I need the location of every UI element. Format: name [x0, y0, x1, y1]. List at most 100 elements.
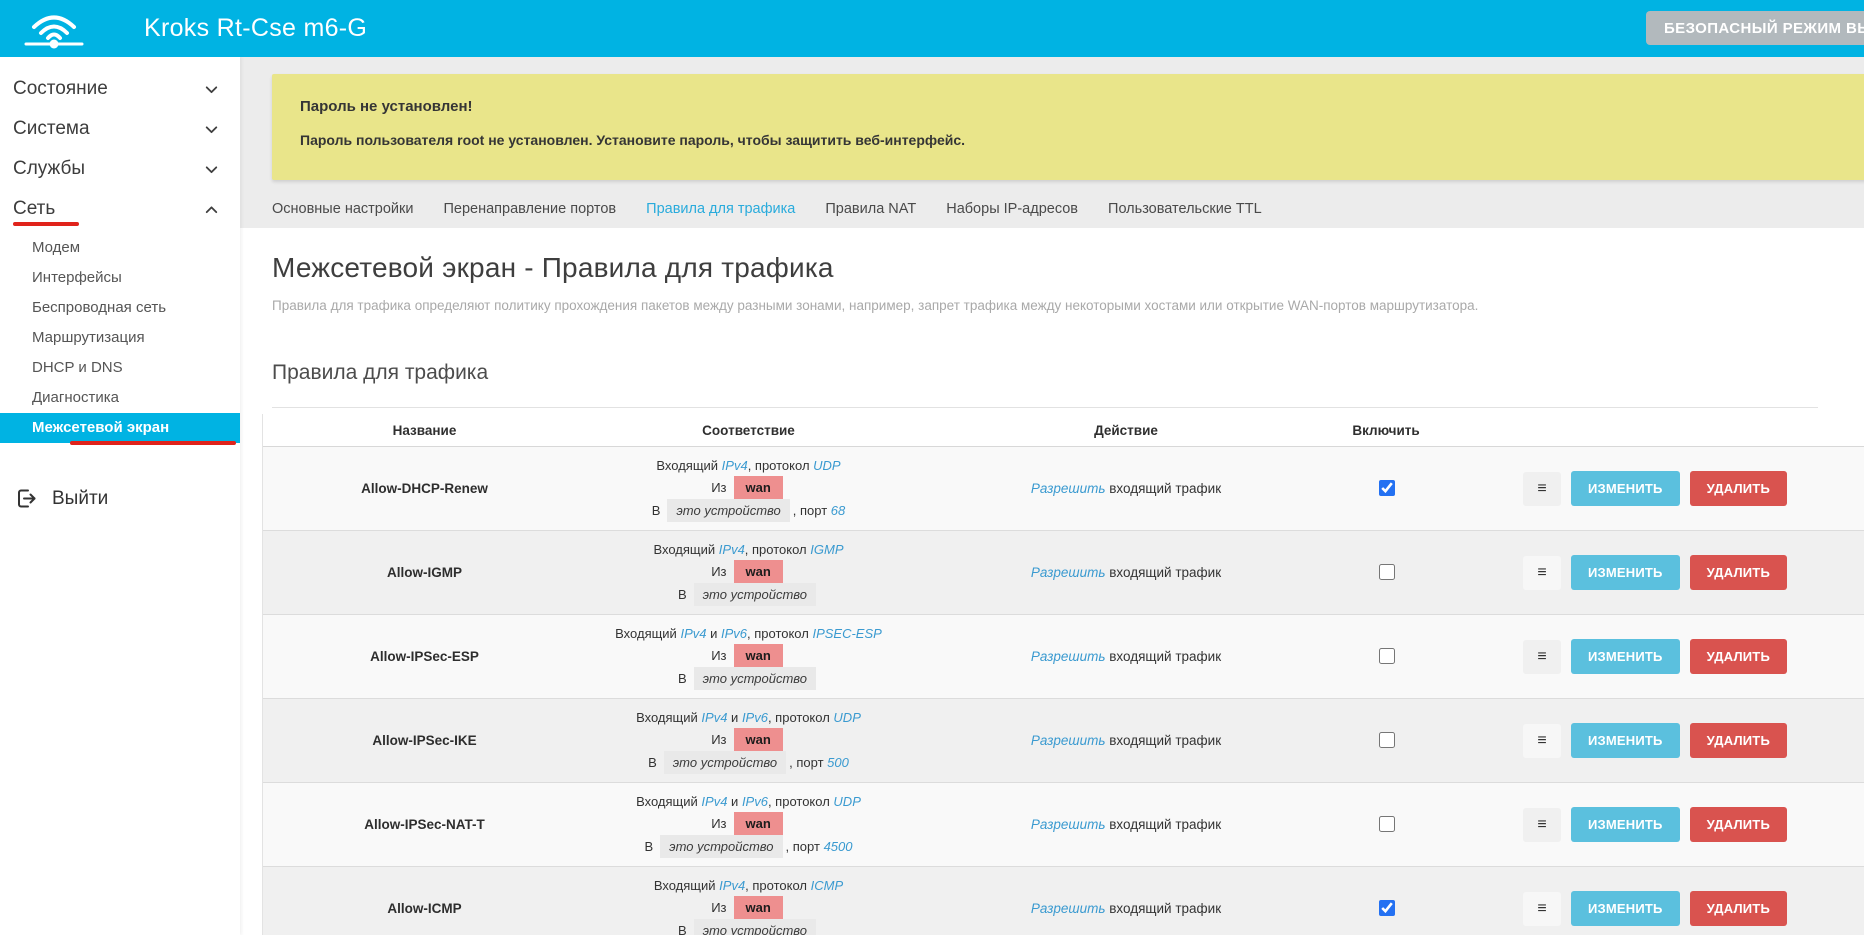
table-row: Allow-DHCP-RenewВходящий IPv4, протокол … — [263, 447, 1864, 531]
match-protocol-line: Входящий IPv4 и IPv6, протокол UDP — [586, 707, 911, 728]
rule-match: Входящий IPv4 и IPv6, протокол UDPИзwanВ… — [586, 699, 911, 782]
match-direction: Входящий — [654, 878, 716, 893]
device-badge: это устройство — [694, 919, 816, 935]
sidebar-item-diagnostics[interactable]: Диагностика — [0, 383, 240, 413]
sidebar-item-firewall[interactable]: Межсетевой экран — [0, 413, 240, 443]
sidebar-item-wireless[interactable]: Беспроводная сеть — [0, 293, 240, 323]
sidebar-section-label: Сеть — [13, 198, 55, 220]
drag-handle-button[interactable]: ≡ — [1523, 640, 1561, 674]
rule-name: Allow-IPSec-IKE — [263, 733, 586, 748]
match-protocol-line: Входящий IPv4, протокол ICMP — [586, 875, 911, 896]
edit-button[interactable]: ИЗМЕНИТЬ — [1571, 471, 1680, 506]
tab-nat-rules[interactable]: Правила NAT — [825, 201, 916, 217]
table-body: Allow-DHCP-RenewВходящий IPv4, протокол … — [263, 447, 1864, 935]
safe-mode-button[interactable]: БЕЗОПАСНЫЙ РЕЖИМ ВЫКЛЮЧЕН — [1646, 11, 1864, 45]
edit-button[interactable]: ИЗМЕНИТЬ — [1571, 723, 1680, 758]
action-suffix: входящий трафик — [1109, 481, 1221, 496]
tab-port-forwards[interactable]: Перенаправление портов — [443, 201, 616, 217]
match-to-label: В — [648, 755, 657, 770]
sidebar-item-interfaces[interactable]: Интерфейсы — [0, 263, 240, 293]
rule-buttons: ≡ ИЗМЕНИТЬ УДАЛИТЬ — [1431, 891, 1864, 926]
delete-button[interactable]: УДАЛИТЬ — [1690, 807, 1787, 842]
delete-button[interactable]: УДАЛИТЬ — [1690, 723, 1787, 758]
match-protocol-line: Входящий IPv4, протокол IGMP — [586, 539, 911, 560]
delete-button[interactable]: УДАЛИТЬ — [1690, 471, 1787, 506]
tab-ip-sets[interactable]: Наборы IP-адресов — [946, 201, 1078, 217]
match-protocol-label: , протокол — [745, 878, 807, 893]
sidebar-section-network[interactable]: Сеть — [0, 189, 240, 229]
sidebar-section-status[interactable]: Состояние — [0, 69, 240, 109]
match-direction: Входящий — [615, 626, 677, 641]
edit-button[interactable]: ИЗМЕНИТЬ — [1571, 555, 1680, 590]
sidebar-submenu-network: МодемИнтерфейсыБеспроводная сетьМаршрути… — [0, 229, 240, 445]
match-protocol-line: Входящий IPv4 и IPv6, протокол IPSEC-ESP — [586, 623, 911, 644]
tab-traffic-rules[interactable]: Правила для трафика — [646, 201, 795, 217]
delete-button[interactable]: УДАЛИТЬ — [1690, 639, 1787, 674]
rule-match: Входящий IPv4 и IPv6, протокол IPSEC-ESP… — [586, 615, 911, 698]
rule-match: Входящий IPv4 и IPv6, протокол UDPИзwanВ… — [586, 783, 911, 866]
zone-badge-wan: wan — [734, 476, 783, 499]
match-to-line: Вэто устройство, порт 68 — [586, 499, 911, 522]
delete-button[interactable]: УДАЛИТЬ — [1690, 891, 1787, 926]
rule-enabled-checkbox[interactable] — [1379, 648, 1395, 664]
rule-enable-cell — [1341, 729, 1431, 753]
match-from-line: Изwan — [586, 896, 911, 919]
drag-handle-icon: ≡ — [1537, 900, 1546, 918]
match-protocol-label: , протокол — [745, 542, 807, 557]
match-to-label: В — [645, 839, 654, 854]
annotation-underline — [13, 222, 79, 226]
edit-button[interactable]: ИЗМЕНИТЬ — [1571, 891, 1680, 926]
edit-button[interactable]: ИЗМЕНИТЬ — [1571, 807, 1680, 842]
device-badge: это устройство — [664, 751, 786, 774]
edit-button[interactable]: ИЗМЕНИТЬ — [1571, 639, 1680, 674]
drag-handle-button[interactable]: ≡ — [1523, 556, 1561, 590]
delete-button[interactable]: УДАЛИТЬ — [1690, 555, 1787, 590]
rule-action: Разрешить входящий трафик — [911, 733, 1341, 748]
sidebar-sections: СостояниеСистемаСлужбы Сеть МодемИнтерфейс… — [0, 57, 240, 445]
zone-badge-wan: wan — [734, 896, 783, 919]
sidebar-item-dhcp-dns[interactable]: DHCP и DNS — [0, 353, 240, 383]
drag-handle-icon: ≡ — [1537, 480, 1546, 498]
match-family: IPv4 — [719, 878, 745, 893]
tab-general[interactable]: Основные настройки — [272, 201, 413, 217]
match-from-line: Изwan — [586, 812, 911, 835]
action-suffix: входящий трафик — [1109, 565, 1221, 580]
sidebar-section-services[interactable]: Службы — [0, 149, 240, 189]
device-badge: это устройство — [660, 835, 782, 858]
match-protocol-label: , протокол — [748, 458, 810, 473]
match-from-label: Из — [711, 816, 726, 831]
rule-match: Входящий IPv4, протокол ICMPИзwanВэто ус… — [586, 867, 911, 935]
firewall-tabs: Основные настройки Перенаправление портов… — [272, 201, 1262, 217]
rule-enabled-checkbox[interactable] — [1379, 732, 1395, 748]
rule-enabled-checkbox[interactable] — [1379, 564, 1395, 580]
sidebar: СостояниеСистемаСлужбы Сеть МодемИнтерфейс… — [0, 57, 240, 935]
zone-badge-wan: wan — [734, 812, 783, 835]
drag-handle-button[interactable]: ≡ — [1523, 724, 1561, 758]
device-badge: это устройство — [694, 667, 816, 690]
match-to-line: Вэто устройство — [586, 667, 911, 690]
sidebar-section-system[interactable]: Система — [0, 109, 240, 149]
match-port: 68 — [831, 503, 845, 518]
tab-custom-ttl[interactable]: Пользовательские TTL — [1108, 201, 1262, 217]
rule-action: Разрешить входящий трафик — [911, 649, 1341, 664]
rule-enabled-checkbox[interactable] — [1379, 816, 1395, 832]
match-protocol-label: , протокол — [768, 794, 830, 809]
match-protocol-label: , протокол — [747, 626, 809, 641]
rule-buttons: ≡ ИЗМЕНИТЬ УДАЛИТЬ — [1431, 807, 1864, 842]
match-to-label: В — [678, 587, 687, 602]
drag-handle-button[interactable]: ≡ — [1523, 892, 1561, 926]
sidebar-item-modem[interactable]: Модем — [0, 233, 240, 263]
rule-enabled-checkbox[interactable] — [1379, 900, 1395, 916]
sidebar-item-routing[interactable]: Маршрутизация — [0, 323, 240, 353]
app-header: Kroks Rt-Cse m6-G БЕЗОПАСНЫЙ РЕЖИМ ВЫКЛЮ… — [0, 0, 1864, 57]
match-protocol: ICMP — [811, 878, 844, 893]
sidebar-item-label: DHCP и DNS — [32, 359, 123, 376]
rule-name: Allow-IGMP — [263, 565, 586, 580]
match-from-label: Из — [711, 480, 726, 495]
rule-enabled-checkbox[interactable] — [1379, 480, 1395, 496]
drag-handle-button[interactable]: ≡ — [1523, 472, 1561, 506]
sidebar-item-logout[interactable]: Выйти — [0, 487, 240, 510]
drag-handle-icon: ≡ — [1537, 648, 1546, 666]
drag-handle-button[interactable]: ≡ — [1523, 808, 1561, 842]
sidebar-item-label: Диагностика — [32, 389, 119, 406]
